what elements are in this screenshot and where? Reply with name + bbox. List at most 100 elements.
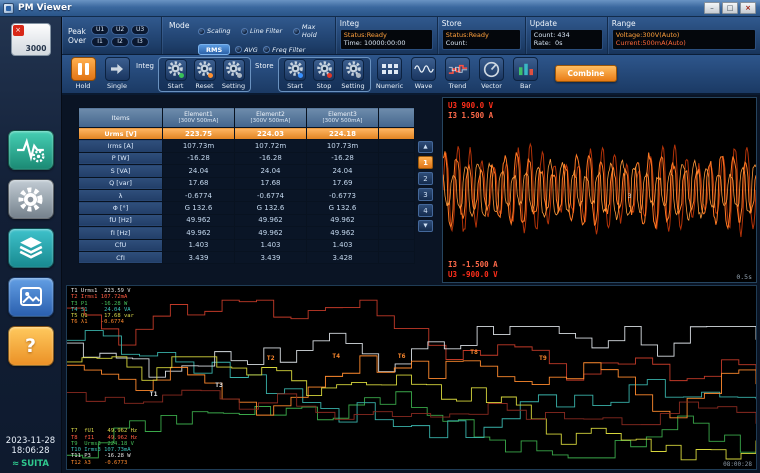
close-button[interactable]: × xyxy=(740,2,756,14)
row-value: 223.75 xyxy=(163,128,235,140)
update-count-value: Count: 434 xyxy=(534,32,599,40)
trend-marker-t8: T8 xyxy=(470,348,478,356)
table-row[interactable]: λ-0.6774-0.6774-0.6773 xyxy=(79,189,415,201)
avg-radio[interactable]: AVG xyxy=(235,46,259,54)
store-stop-button[interactable] xyxy=(313,59,335,81)
line-filter-radio[interactable]: Line Filter xyxy=(241,27,289,35)
row-value: 49.962 xyxy=(163,214,235,226)
trend-marker-t1: T1 xyxy=(150,390,158,398)
row-value: 49.962 xyxy=(163,227,235,239)
voltage-range-value: Voltage:300V(Auto) xyxy=(616,32,752,40)
trend-marker-t6: T6 xyxy=(398,352,406,360)
hold-label: Hold xyxy=(76,82,91,90)
maximize-button[interactable]: □ xyxy=(722,2,738,14)
row-item-label: Q [var] xyxy=(79,177,163,189)
items-column-header: Items xyxy=(79,108,163,128)
waveform-panel: U3 900.0 V I3 1.500 A I3 -1.500 A U3 -90… xyxy=(442,97,757,283)
row-value: 107.73m xyxy=(163,140,235,152)
trend-time-label: 08:00:28 xyxy=(723,461,752,468)
trend-legend-line: T6 λ1 -0.6774 xyxy=(71,319,134,325)
combine-button[interactable]: Combine xyxy=(555,65,618,82)
titlebar: PM Viewer – □ × xyxy=(0,0,760,17)
arrow-right-icon xyxy=(108,61,126,77)
app-icon-small xyxy=(3,3,14,14)
store-setting-button[interactable] xyxy=(342,59,364,81)
wave-label-u3-min: U3 -900.0 V xyxy=(448,270,498,279)
table-row[interactable]: Irms [A]107.73m107.72m107.73m xyxy=(79,140,415,152)
row-blank xyxy=(379,214,415,226)
logo-text: 3000 xyxy=(26,44,47,53)
integ-setting-button[interactable] xyxy=(223,59,245,81)
wave-view-button[interactable] xyxy=(411,57,436,81)
page-down-button[interactable]: ▼ xyxy=(418,220,433,232)
row-value: G 132.6 xyxy=(307,202,379,214)
hold-button[interactable] xyxy=(71,57,96,81)
scaling-radio[interactable]: Scaling xyxy=(198,27,237,35)
table-row[interactable]: CfI3.4393.4393.428 xyxy=(79,251,415,263)
trend-legend-bottom: T7 fU1 49.962 HzT8 fI1 49.962 HzT9 Urms3… xyxy=(71,428,137,466)
trend-legend-line: T12 λ3 -0.6773 xyxy=(71,460,137,466)
numeric-table: Items Element1[300V 500mA] Element2[300V… xyxy=(78,107,415,264)
row-value: 224.18 xyxy=(307,128,379,140)
page-up-button[interactable]: ▲ xyxy=(418,141,433,153)
display-image-button[interactable] xyxy=(8,277,54,317)
trend-marker-t2: T2 xyxy=(267,354,275,362)
numeric-grid-icon xyxy=(381,62,399,76)
help-button[interactable]: ? xyxy=(8,326,54,366)
status-bar: Peak Over U1U2U3I1I2I3 Mode Scaling Line… xyxy=(62,17,760,55)
max-hold-radio[interactable]: Max Hold xyxy=(293,23,328,39)
date-label: 2023-11-28 xyxy=(6,436,55,446)
row-value: 3.439 xyxy=(235,251,307,263)
radio-icon xyxy=(235,46,242,53)
question-icon: ? xyxy=(25,335,36,357)
row-value: -16.28 xyxy=(163,152,235,164)
table-row[interactable]: fU [Hz]49.96249.96249.962 xyxy=(79,214,415,226)
table-row[interactable]: fI [Hz]49.96249.96249.962 xyxy=(79,227,415,239)
row-value: -16.28 xyxy=(307,152,379,164)
peak-indicator-u2: U2 xyxy=(111,25,129,35)
bar-view-button[interactable] xyxy=(513,57,538,81)
integ-reset-button[interactable] xyxy=(194,59,216,81)
page-3-button[interactable]: 3 xyxy=(418,188,433,201)
table-row[interactable]: CfU1.4031.4031.403 xyxy=(79,239,415,251)
table-row[interactable]: S [VA]24.0424.0424.04 xyxy=(79,165,415,177)
single-button[interactable] xyxy=(105,57,130,81)
row-blank xyxy=(379,152,415,164)
trend-marker-t3: T3 xyxy=(215,381,223,389)
table-row[interactable]: Φ [°]G 132.6G 132.6G 132.6 xyxy=(79,202,415,214)
waveform-gear-icon xyxy=(16,137,46,163)
page-4-button[interactable]: 4 xyxy=(418,204,433,217)
table-row[interactable]: Q [var]17.6817.6817.69 xyxy=(79,177,415,189)
row-value: -0.6773 xyxy=(307,189,379,201)
suita-logo: ≈ SUITA xyxy=(12,459,49,469)
numeric-view-button[interactable] xyxy=(377,57,402,81)
sidebar: × 3000 xyxy=(0,17,62,473)
row-value: 3.428 xyxy=(307,251,379,263)
minimize-button[interactable]: – xyxy=(704,2,720,14)
layers-button[interactable] xyxy=(8,228,54,268)
row-value: -0.6774 xyxy=(235,189,307,201)
integ-start-button[interactable] xyxy=(165,59,187,81)
wave-channel-marker: 3 xyxy=(628,192,632,200)
table-row[interactable]: Urms [V]223.75224.03224.18 xyxy=(79,128,415,140)
wave-settings-button[interactable] xyxy=(8,130,54,170)
row-value: 49.962 xyxy=(307,214,379,226)
page-selector: ▲ 1 2 3 4 ▼ xyxy=(418,141,433,232)
rms-button[interactable]: RMS xyxy=(198,44,230,55)
page-2-button[interactable]: 2 xyxy=(418,172,433,185)
freq-filter-radio[interactable]: Freq Filter xyxy=(263,46,305,54)
page-1-button[interactable]: 1 xyxy=(418,156,433,169)
trend-view-button[interactable] xyxy=(445,57,470,81)
update-box: Count: 434 Rate: 0s xyxy=(530,29,603,50)
row-value: 49.962 xyxy=(307,227,379,239)
wave-svg xyxy=(443,98,756,282)
radio-icon xyxy=(241,28,248,35)
store-start-button[interactable] xyxy=(284,59,306,81)
row-blank xyxy=(379,239,415,251)
vector-view-button[interactable] xyxy=(479,57,504,81)
settings-button[interactable] xyxy=(8,179,54,219)
row-item-label: CfU xyxy=(79,239,163,251)
row-blank xyxy=(379,189,415,201)
table-row[interactable]: P [W]-16.28-16.28-16.28 xyxy=(79,152,415,164)
row-value: 1.403 xyxy=(307,239,379,251)
